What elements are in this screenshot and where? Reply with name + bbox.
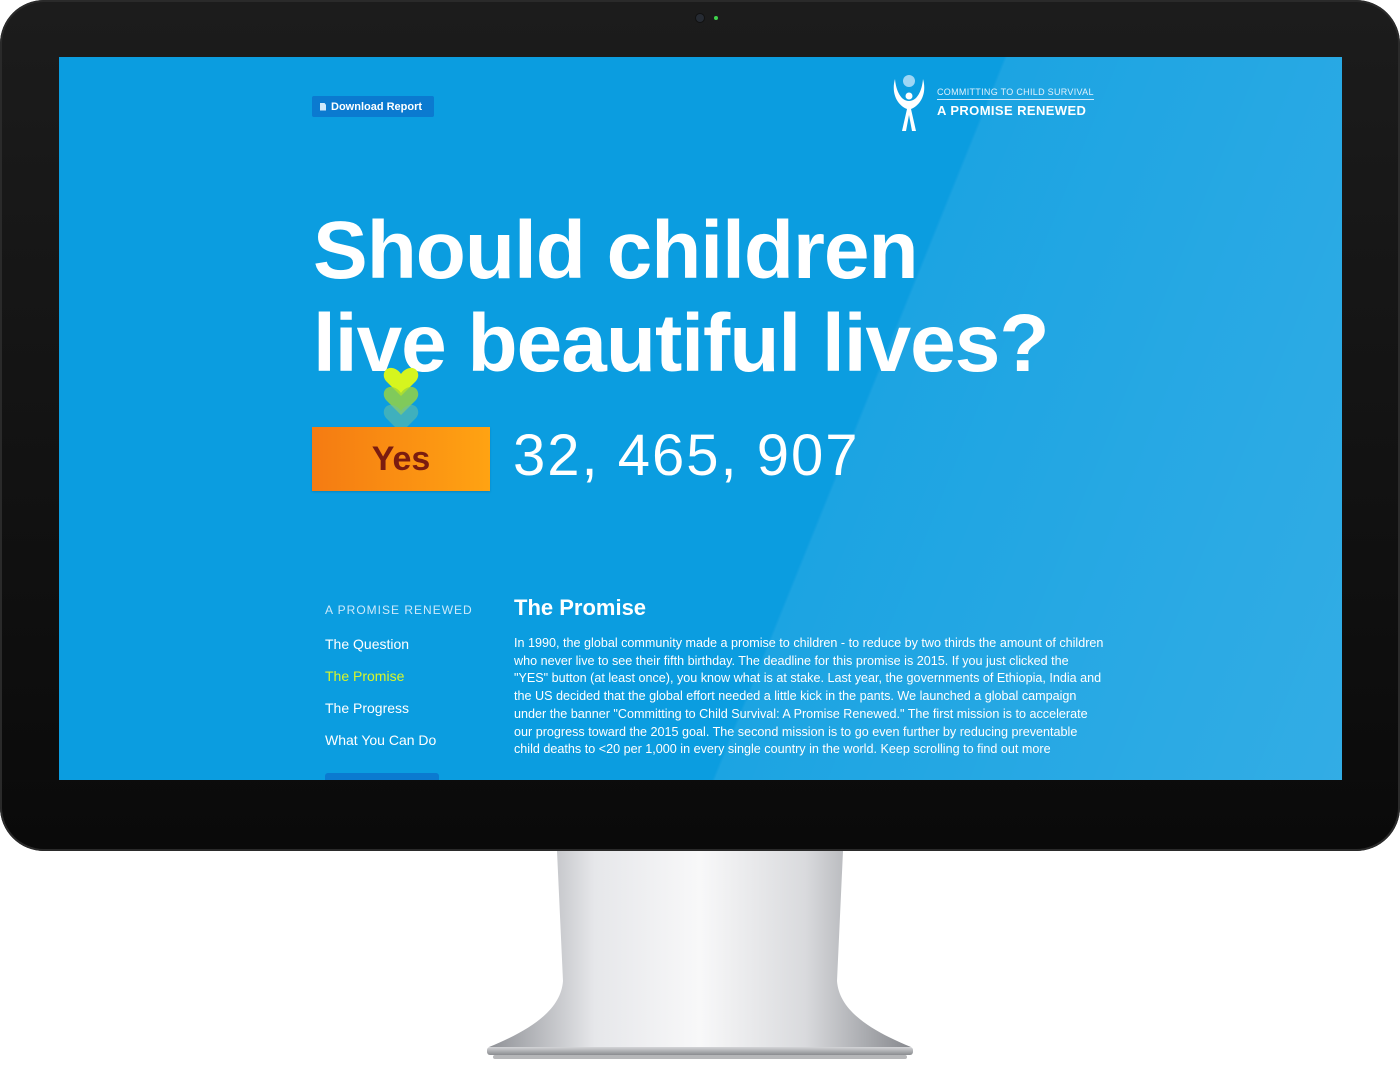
yes-button[interactable]: Yes xyxy=(312,427,490,491)
download-report-button[interactable]: Download Report xyxy=(312,96,435,117)
download-report-label: Download Report xyxy=(331,100,423,113)
side-navigation: A PROMISE RENEWED The Question The Promi… xyxy=(325,603,473,763)
nav-item-the-promise[interactable]: The Promise xyxy=(325,667,473,699)
page-headline: Should children live beautiful lives? xyxy=(313,204,1213,390)
camera-led xyxy=(714,16,718,20)
monitor-frame: Download Report COMMITTING TO CHILD SURV… xyxy=(0,0,1400,851)
nav-title: A PROMISE RENEWED xyxy=(325,603,473,617)
nav-item-what-you-can-do[interactable]: What You Can Do xyxy=(325,731,473,763)
promise-logo-icon xyxy=(893,75,925,131)
nav-item-the-progress[interactable]: The Progress xyxy=(325,699,473,731)
monitor-stand xyxy=(487,851,913,1059)
brand-tagline: COMMITTING TO CHILD SURVIVAL xyxy=(937,87,1094,100)
yes-counter: 32, 465, 907 xyxy=(513,423,860,488)
headline-line-2: live beautiful lives? xyxy=(313,298,1049,389)
yes-button-label: Yes xyxy=(371,439,431,478)
website-screen: Download Report COMMITTING TO CHILD SURV… xyxy=(59,57,1342,780)
brand-name: A PROMISE RENEWED xyxy=(937,102,1087,118)
document-icon xyxy=(320,102,326,111)
section-title: The Promise xyxy=(514,595,647,620)
section-body: In 1990, the global community made a pro… xyxy=(514,636,1104,757)
nav-item-the-question[interactable]: The Question xyxy=(325,635,473,667)
headline-line-1: Should children xyxy=(313,205,919,296)
brand-logo[interactable]: COMMITTING TO CHILD SURVIVAL A PROMISE R… xyxy=(889,71,1094,133)
nav-action-button[interactable] xyxy=(325,773,439,780)
camera-icon xyxy=(696,14,704,22)
